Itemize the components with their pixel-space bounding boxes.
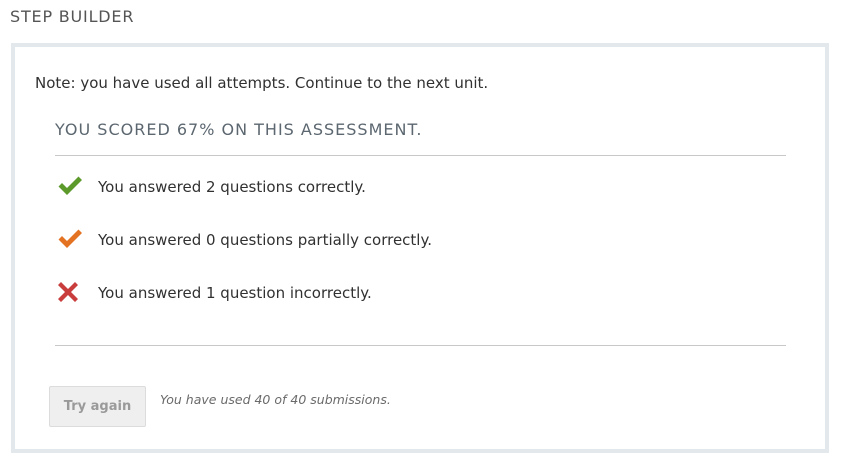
divider-bottom [55,345,786,346]
page: STEP BUILDER Note: you have used all att… [0,0,841,464]
try-again-button[interactable]: Try again [49,386,146,427]
result-correct-text: You answered 2 questions correctly. [98,178,366,196]
submissions-count: You have used 40 of 40 submissions. [160,392,391,407]
block-title: STEP BUILDER [10,7,135,26]
result-partial-text: You answered 0 questions partially corre… [98,231,432,249]
x-incorrect-icon [57,281,83,303]
divider-top [55,155,786,156]
result-incorrect-text: You answered 1 question incorrectly. [98,284,372,302]
score-heading: YOU SCORED 67% ON THIS ASSESSMENT. [55,120,423,139]
checkmark-partial-icon [57,228,83,250]
checkmark-correct-icon [57,175,83,197]
step-builder-container: Note: you have used all attempts. Contin… [11,43,829,453]
attempts-note: Note: you have used all attempts. Contin… [35,74,489,92]
